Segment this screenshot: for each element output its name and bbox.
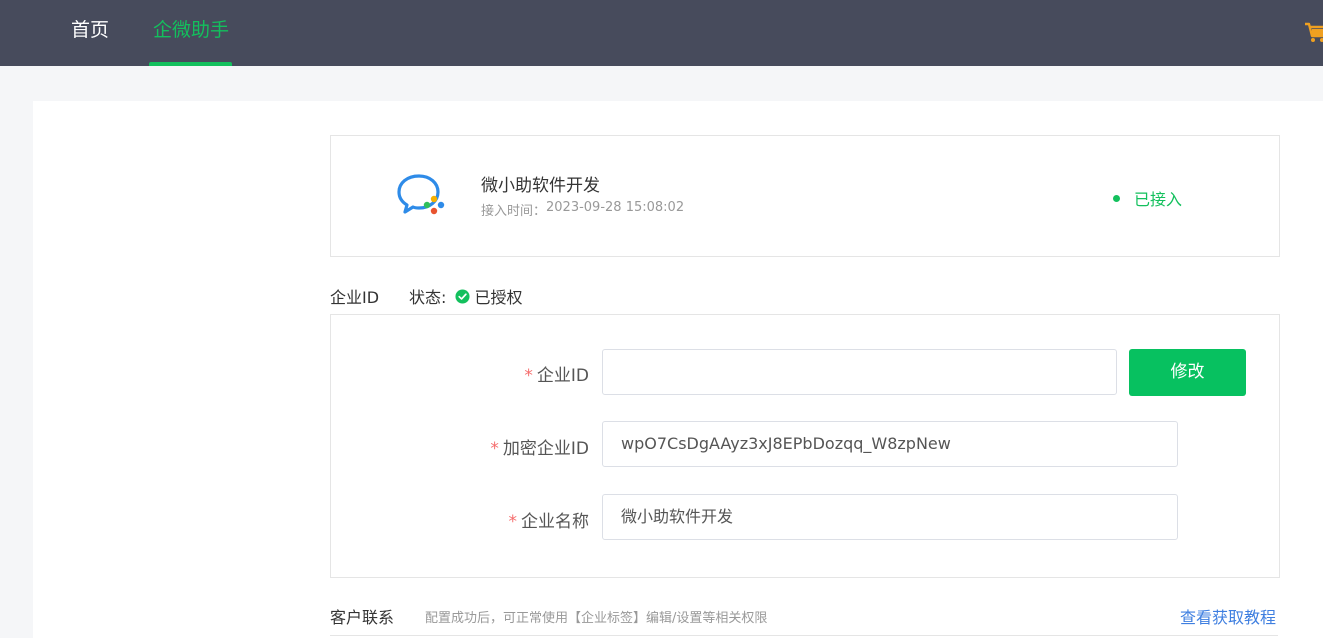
tutorial-link[interactable]: 查看获取教程 — [1180, 604, 1276, 628]
nav-home[interactable]: 首页 — [71, 17, 109, 43]
encrypted-id-label: * 加密企业ID — [490, 439, 589, 459]
corp-id-input[interactable] — [602, 349, 1117, 395]
nav-wecom-assistant[interactable]: 企微助手 — [153, 17, 229, 43]
connection-time: 接入时间： 2023-09-28 15:08:02 — [481, 200, 684, 219]
wecom-logo-icon — [397, 174, 445, 215]
corp-id-label: * 企业ID — [524, 366, 589, 386]
connection-status: 已接入 — [1113, 186, 1182, 210]
required-mark: * — [490, 439, 499, 459]
required-mark: * — [508, 512, 518, 532]
nav-active-indicator — [149, 62, 232, 66]
modify-button[interactable]: 修改 — [1129, 349, 1246, 396]
corp-form: * 企业ID 修改 * 加密企业ID wpO7CsDgAAyz3xJ8EPbDozq… — [330, 314, 1280, 578]
corp-name-input[interactable]: 微小助软件开发 — [602, 494, 1178, 540]
auth-status-value: 已授权 — [474, 288, 523, 307]
customer-contact-description: 配置成功后，可正常使用【企业标签】编辑/设置等相关权限 — [425, 611, 768, 626]
corp-name-label: * 企业名称 — [508, 512, 590, 532]
connection-status-text: 已接入 — [1134, 190, 1183, 209]
auth-status-label: 状态: — [409, 288, 447, 307]
section-header: 企业ID 状态: 已授权 — [330, 284, 522, 308]
customer-contact-title: 客户联系 — [330, 608, 395, 627]
divider — [330, 635, 1278, 636]
connection-card: 微小助软件开发 接入时间： 2023-09-28 15:08:02 已接入 — [330, 135, 1280, 257]
check-circle-icon — [455, 288, 470, 304]
encrypted-id-input[interactable]: wpO7CsDgAAyz3xJ8EPbDozqq_W8zpNew — [602, 421, 1178, 467]
top-navbar: 首页 企微助手 — [0, 0, 1323, 66]
connection-time-value: 2023-09-28 15:08:02 — [546, 200, 685, 215]
corp-name: 微小助软件开发 — [481, 176, 600, 196]
status-dot-icon — [1113, 194, 1120, 202]
required-mark: * — [524, 366, 533, 386]
section-title: 企业ID — [330, 288, 380, 307]
cart-icon[interactable] — [1304, 19, 1323, 45]
connection-time-label: 接入时间： — [481, 204, 547, 219]
